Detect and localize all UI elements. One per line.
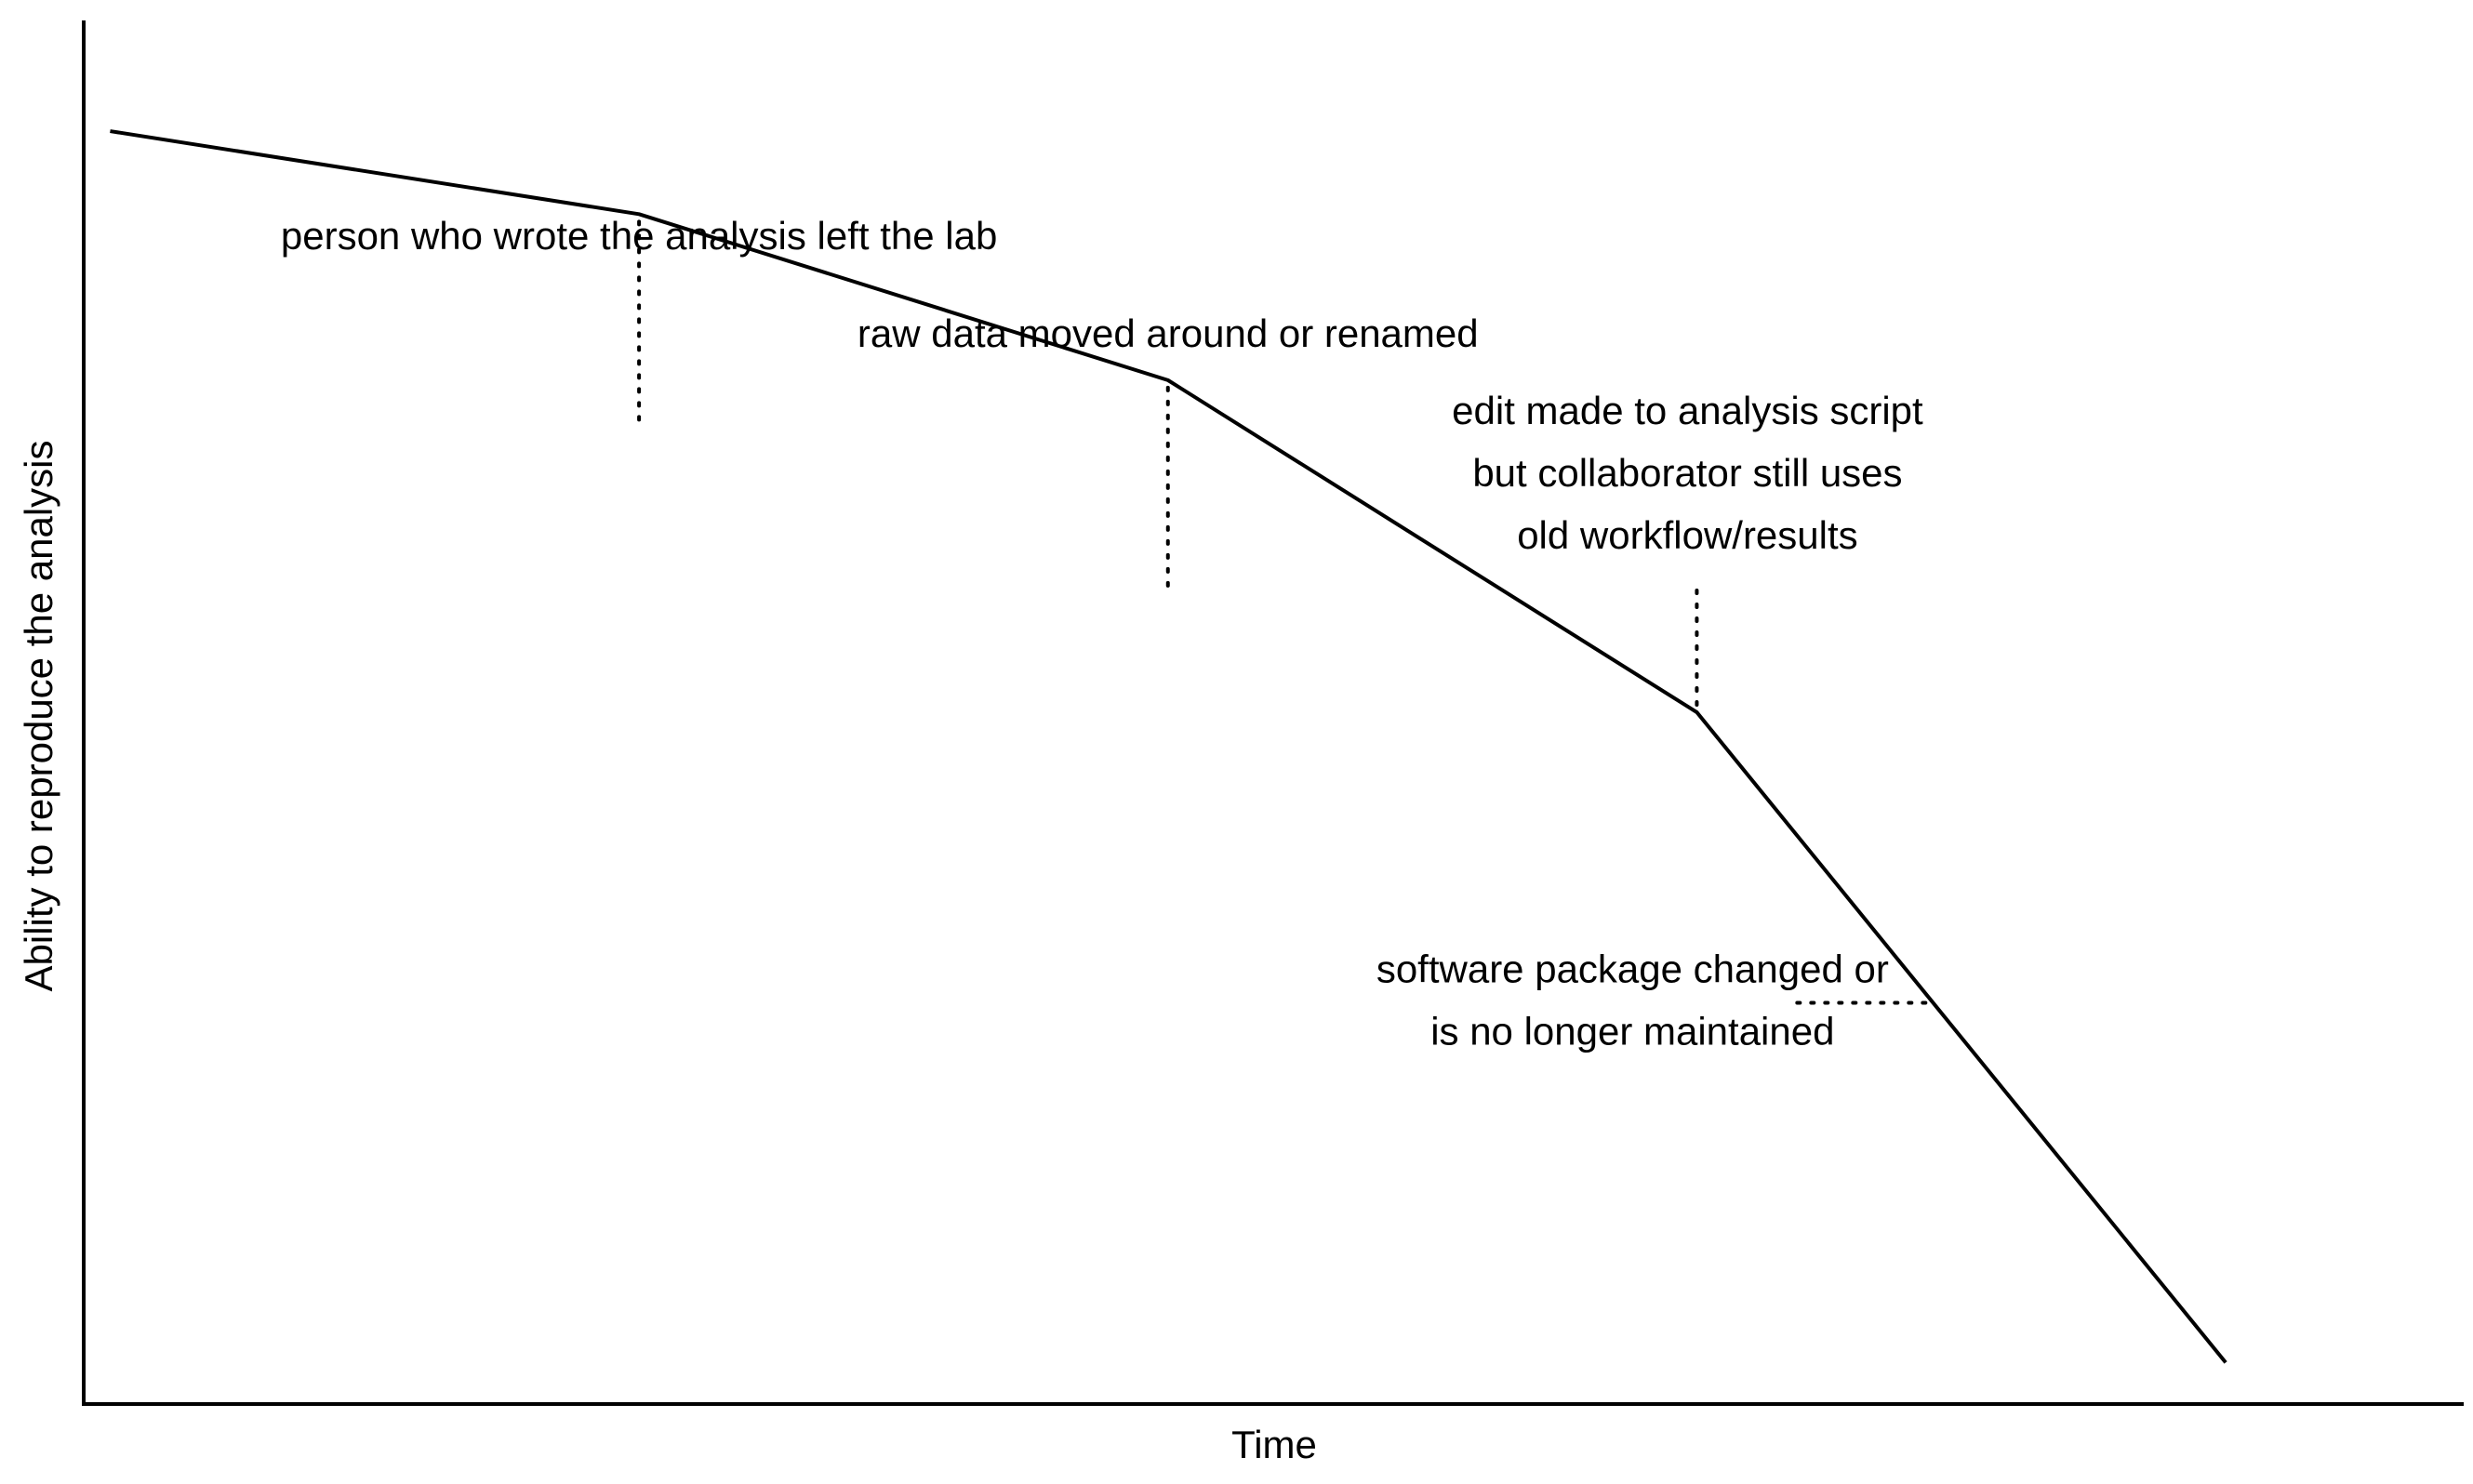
annotation-text-2-0: edit made to analysis script bbox=[1452, 389, 1923, 432]
y-axis-label: Ability to reproduce the analysis bbox=[17, 441, 60, 992]
x-axis-label: Time bbox=[1231, 1423, 1317, 1466]
annotation-text-3-1: is no longer maintained bbox=[1430, 1009, 1834, 1053]
annotation-text-0-0: person who wrote the analysis left the l… bbox=[281, 214, 997, 258]
annotation-text-2-2: old workflow/results bbox=[1517, 513, 1857, 557]
annotation-layer: person who wrote the analysis left the l… bbox=[281, 214, 1923, 1053]
annotation-text-3-0: software package changed or bbox=[1376, 947, 1889, 990]
annotation-text-2-1: but collaborator still uses bbox=[1472, 451, 1902, 495]
chart: person who wrote the analysis left the l… bbox=[17, 20, 2464, 1466]
annotation-text-1-0: raw data moved around or renamed bbox=[858, 311, 1479, 355]
